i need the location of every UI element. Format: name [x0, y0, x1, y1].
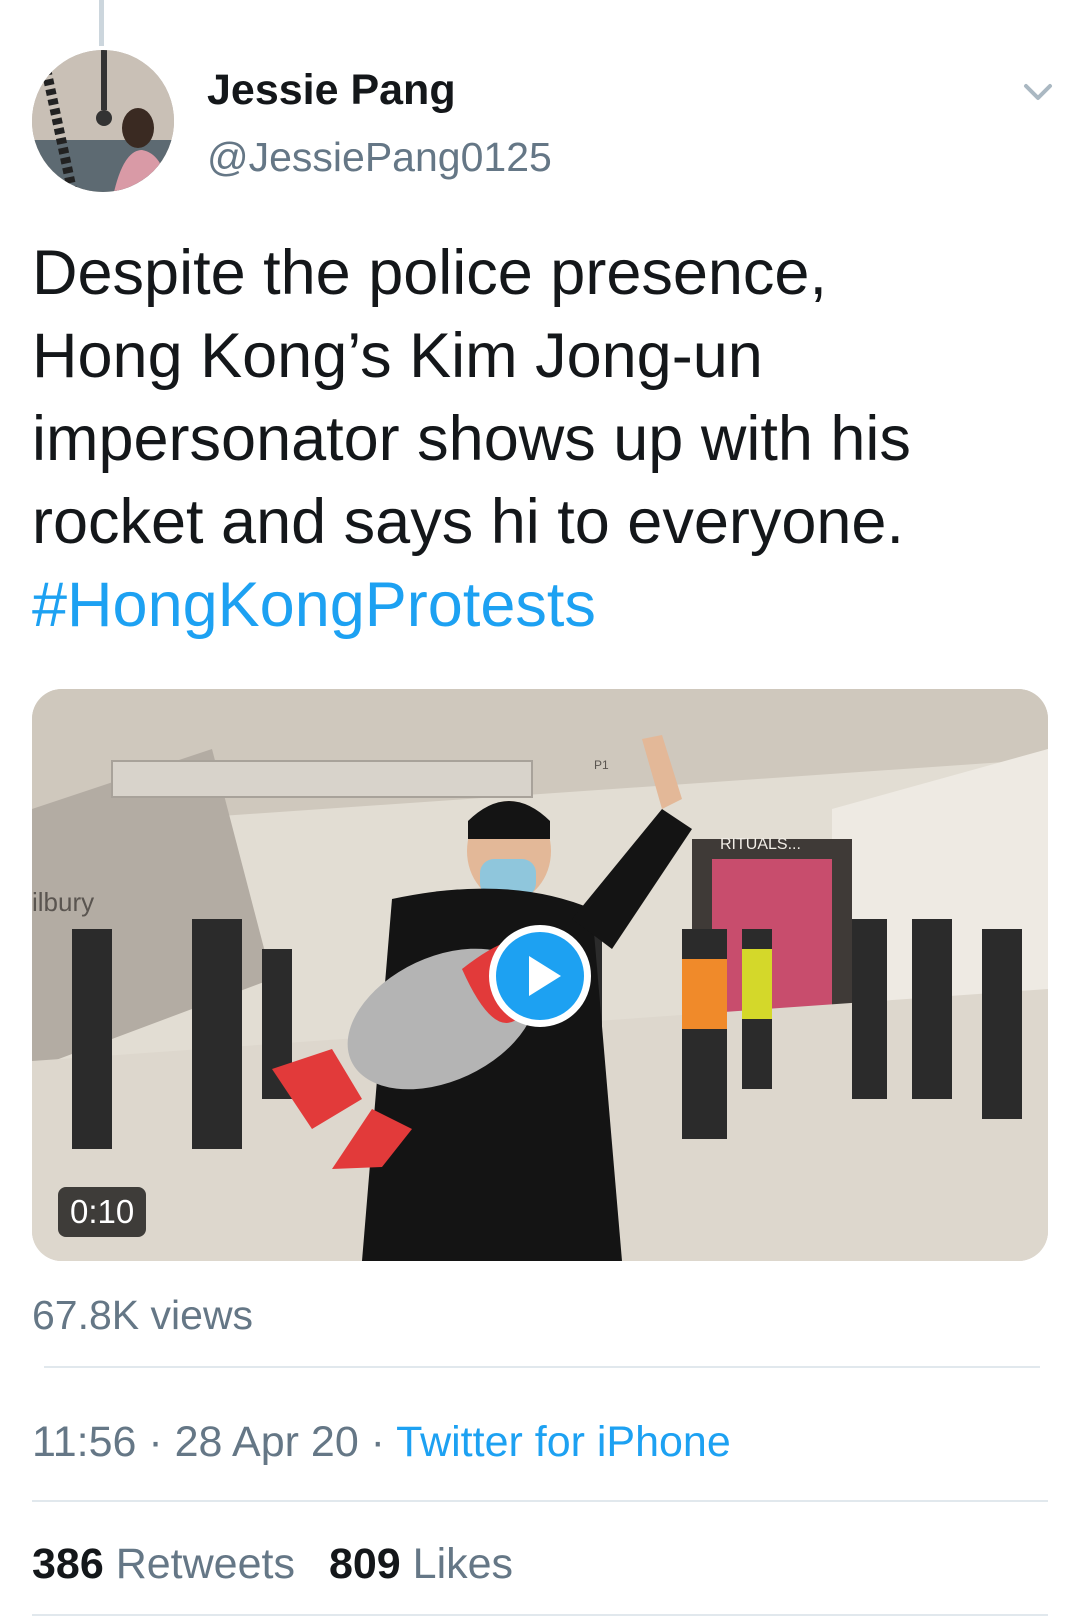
tweet-source-link[interactable]: Twitter for iPhone: [396, 1418, 731, 1466]
hashtag-link[interactable]: #HongKongProtests: [32, 564, 1042, 647]
tweet-text-line: Despite the police presence,: [32, 238, 827, 308]
retweets-stat[interactable]: 386 Retweets: [32, 1540, 295, 1588]
tweet-time: 11:56: [32, 1418, 137, 1466]
video-player[interactable]: ilbury RITUALS... P1 0:10: [32, 689, 1048, 1261]
likes-stat[interactable]: 809 Likes: [329, 1540, 513, 1588]
store-sign-left: ilbury: [32, 887, 94, 917]
chevron-down-icon[interactable]: [1018, 76, 1058, 110]
divider: [32, 1500, 1048, 1502]
tweet-text-line: Hong Kong’s Kim Jong-un: [32, 321, 763, 391]
author-handle[interactable]: @JessiePang0125: [207, 134, 552, 181]
avatar-image: [32, 50, 174, 192]
tweet-date: 28 Apr 20: [174, 1418, 359, 1466]
likes-count: 809: [328, 1540, 401, 1588]
divider: [44, 1366, 1040, 1368]
tweet-text-line: impersonator shows up with his: [32, 404, 911, 474]
level-sign: P1: [594, 758, 609, 772]
tweet-text-line: rocket and says hi to everyone.: [32, 487, 904, 557]
thread-connector-line: [99, 0, 104, 46]
meta-separator: ·: [136, 1418, 175, 1466]
author-display-name[interactable]: Jessie Pang: [207, 66, 456, 115]
view-count: 67.8K views: [32, 1292, 254, 1338]
meta-separator: ·: [358, 1418, 397, 1466]
tweet-text: Despite the police presence, Hong Kong’s…: [32, 232, 1042, 647]
play-button[interactable]: [489, 925, 591, 1027]
divider: [32, 1614, 1048, 1616]
avatar[interactable]: [32, 50, 174, 192]
likes-label: Likes: [412, 1540, 514, 1588]
engagement-stats: 386 Retweets 809 Likes: [32, 1540, 513, 1589]
retweets-count: 386: [32, 1540, 104, 1588]
video-duration-badge: 0:10: [58, 1187, 147, 1237]
store-sign-right: RITUALS...: [720, 836, 801, 853]
tweet-metadata: 11:56 · 28 Apr 20 · Twitter for iPhone: [32, 1418, 731, 1467]
retweets-label: Retweets: [115, 1540, 295, 1588]
play-icon: [529, 956, 561, 996]
